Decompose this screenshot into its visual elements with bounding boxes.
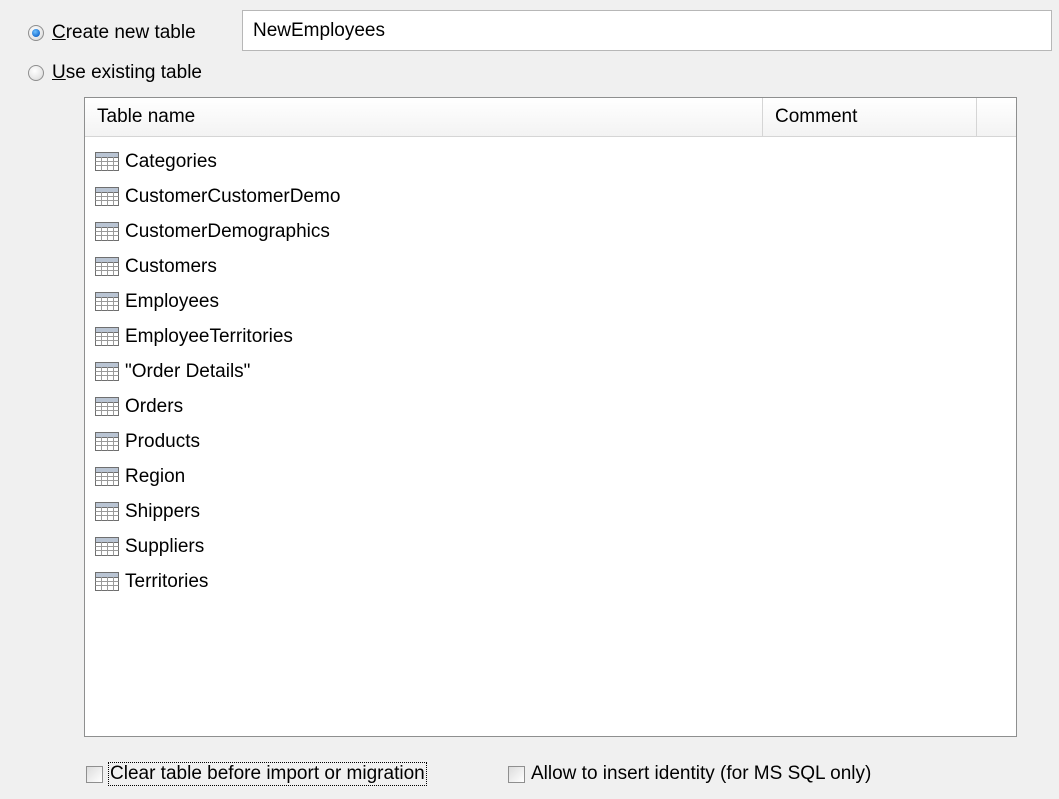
radio-unselected-icon (28, 65, 44, 81)
table-row[interactable]: Shippers (85, 494, 1016, 529)
column-header-table-name[interactable]: Table name (85, 98, 763, 136)
table-name-cell: Categories (125, 150, 217, 172)
table-name-cell: CustomerDemographics (125, 220, 330, 242)
clear-table-label: Clear table before import or migration (108, 762, 427, 786)
column-header-comment[interactable]: Comment (763, 98, 977, 136)
table-name-cell: Customers (125, 255, 217, 277)
table-icon (95, 362, 125, 381)
checkbox-unchecked-icon (508, 765, 525, 783)
radio-selected-icon (28, 25, 44, 41)
table-icon (95, 572, 125, 591)
table-icon (95, 292, 125, 311)
table-name-cell: Employees (125, 290, 219, 312)
table-icon (95, 152, 125, 171)
table-icon (95, 537, 125, 556)
new-table-name-input[interactable] (242, 10, 1052, 51)
create-new-table-label: Create new table (52, 22, 196, 43)
table-row[interactable]: CustomerDemographics (85, 214, 1016, 249)
column-header-filler (977, 98, 1016, 136)
table-icon (95, 467, 125, 486)
table-row[interactable]: Orders (85, 389, 1016, 424)
table-header: Table name Comment (85, 98, 1016, 137)
table-name-cell: EmployeeTerritories (125, 325, 293, 347)
table-rows: Categories CustomerCustomerDemo CustomerDe… (85, 137, 1016, 599)
table-icon (95, 502, 125, 521)
table-row[interactable]: Territories (85, 564, 1016, 599)
checkbox-unchecked-icon (86, 765, 103, 783)
table-icon (95, 397, 125, 416)
table-row[interactable]: Categories (85, 144, 1016, 179)
table-row[interactable]: Region (85, 459, 1016, 494)
table-name-cell: Region (125, 465, 186, 487)
table-name-cell: Suppliers (125, 535, 205, 557)
table-icon (95, 187, 125, 206)
allow-insert-identity-checkbox[interactable]: Allow to insert identity (for MS SQL onl… (508, 763, 871, 785)
table-icon (95, 257, 125, 276)
use-existing-table-radio[interactable]: Use existing table (28, 62, 202, 84)
table-row[interactable]: CustomerCustomerDemo (85, 179, 1016, 214)
table-row[interactable]: Suppliers (85, 529, 1016, 564)
table-icon (95, 222, 125, 241)
existing-tables-list[interactable]: Table name Comment Categories CustomerCus… (84, 97, 1017, 737)
table-row[interactable]: Customers (85, 249, 1016, 284)
table-name-cell: CustomerCustomerDemo (125, 185, 341, 207)
create-new-table-radio[interactable]: Create new table (28, 22, 196, 44)
table-name-cell: Territories (125, 570, 209, 592)
table-name-cell: "Order Details" (125, 360, 251, 382)
table-name-cell: Products (125, 430, 200, 452)
clear-table-checkbox[interactable]: Clear table before import or migration (86, 762, 427, 786)
table-name-cell: Orders (125, 395, 184, 417)
table-icon (95, 327, 125, 346)
table-row[interactable]: "Order Details" (85, 354, 1016, 389)
table-icon (95, 432, 125, 451)
table-row[interactable]: EmployeeTerritories (85, 319, 1016, 354)
table-name-cell: Shippers (125, 500, 200, 522)
allow-insert-identity-label: Allow to insert identity (for MS SQL onl… (531, 763, 872, 784)
table-row[interactable]: Products (85, 424, 1016, 459)
use-existing-table-label: Use existing table (52, 62, 202, 83)
table-row[interactable]: Employees (85, 284, 1016, 319)
